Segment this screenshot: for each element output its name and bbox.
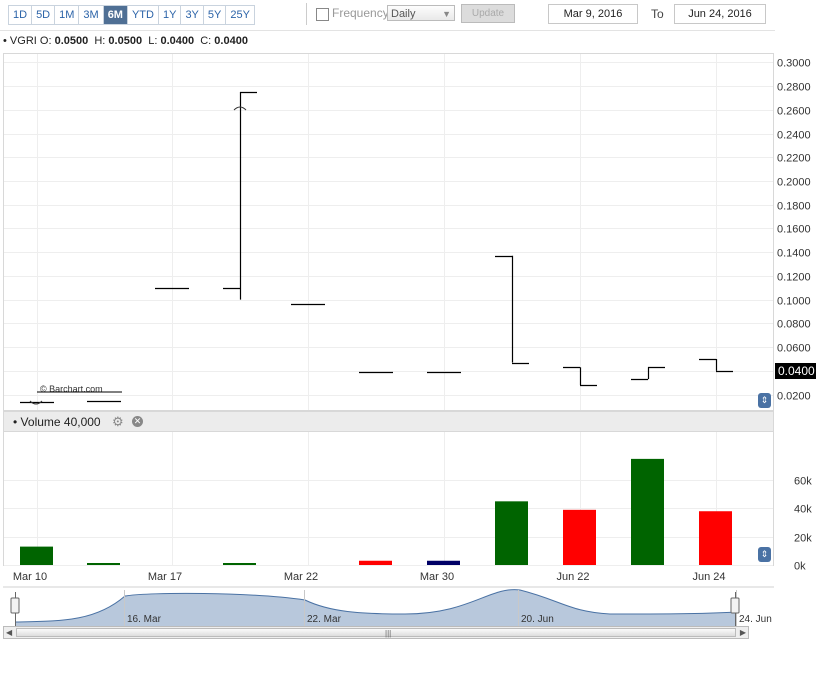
price-tick-label-6: 0.1400 — [777, 248, 811, 260]
volume-tick-label-3: 60k — [794, 476, 812, 488]
volume-bar-9 — [631, 458, 664, 565]
x-tick-label-2: Mar 22 — [284, 571, 318, 583]
last-price-label: 0.0400 — [775, 363, 816, 379]
scroll-left-icon[interactable]: ◀ — [6, 627, 12, 638]
price-tick-label-13: 0.2800 — [777, 82, 811, 94]
chart-svg: 0.0200 0.0400 0.0600 0.0800 0.1000 0.1200 0.14… — [3, 54, 816, 626]
price-tick-label-10: 0.2200 — [777, 153, 811, 165]
scrollbar-thumb[interactable]: ||| — [16, 628, 736, 638]
ohlc-bar-10 — [699, 358, 733, 373]
volume-scroll-button[interactable]: ⇕ — [758, 547, 771, 562]
price-tick-label-5: 0.1200 — [777, 272, 811, 284]
price-tick-label-3: 0.0800 — [777, 319, 811, 331]
x-tick-label-1: Mar 17 — [148, 571, 182, 583]
navigator-label-2: 20. Jun — [521, 614, 554, 625]
ohlc-bar-9 — [631, 366, 665, 381]
volume-tick-label-2: 40k — [794, 504, 812, 516]
price-tick-label-9: 0.2000 — [777, 177, 811, 189]
horizontal-scrollbar[interactable]: ◀ ||| ▶ — [3, 626, 749, 639]
x-tick-label-3: Mar 30 — [420, 571, 454, 583]
volume-bar-0 — [20, 546, 53, 565]
volume-tick-label-1: 20k — [794, 533, 812, 545]
volume-tick-label-0: 0k — [794, 561, 806, 573]
price-tick-label-0: 0.0200 — [777, 391, 811, 403]
volume-bar-5 — [359, 560, 392, 565]
navigator-handle-1[interactable] — [730, 597, 740, 614]
price-tick-label-8: 0.1800 — [777, 201, 811, 213]
volume-bar-3 — [223, 563, 256, 565]
price-tick-label-2: 0.0600 — [777, 343, 811, 355]
volume-bar-6 — [427, 560, 460, 565]
ohlc-bar-8 — [563, 366, 597, 387]
volume-bar-8 — [563, 509, 596, 565]
price-tick-label-4: 0.1000 — [777, 296, 811, 308]
price-tick-label-7: 0.1600 — [777, 224, 811, 236]
navigator: 16. Mar 22. Mar 20. Jun 24. Jun — [3, 586, 774, 626]
grip-icon: ||| — [385, 629, 392, 638]
volume-bar-7 — [495, 501, 528, 565]
x-tick-label-5: Jun 24 — [692, 571, 725, 583]
scroll-right-icon[interactable]: ▶ — [740, 627, 746, 638]
ohlc-bar-3 — [223, 91, 257, 300]
price-tick-label-12: 0.2600 — [777, 106, 811, 118]
navigator-label-0: 16. Mar — [127, 614, 162, 625]
last-price-text: 0.0400 — [778, 364, 815, 378]
price-scroll-button[interactable]: ⇕ — [758, 393, 771, 408]
volume-bar-1 — [87, 563, 120, 565]
navigator-label-1: 22. Mar — [307, 614, 342, 625]
price-tick-label-14: 0.3000 — [777, 58, 811, 70]
volume-bar-10 — [699, 511, 732, 565]
navigator-handle-0[interactable] — [10, 597, 20, 614]
price-tick-label-11: 0.2400 — [777, 130, 811, 142]
navigator-area — [15, 589, 736, 626]
navigator-label-3: 24. Jun — [739, 614, 772, 625]
x-tick-label-0: Mar 10 — [13, 571, 47, 583]
x-tick-label-4: Jun 22 — [556, 571, 589, 583]
